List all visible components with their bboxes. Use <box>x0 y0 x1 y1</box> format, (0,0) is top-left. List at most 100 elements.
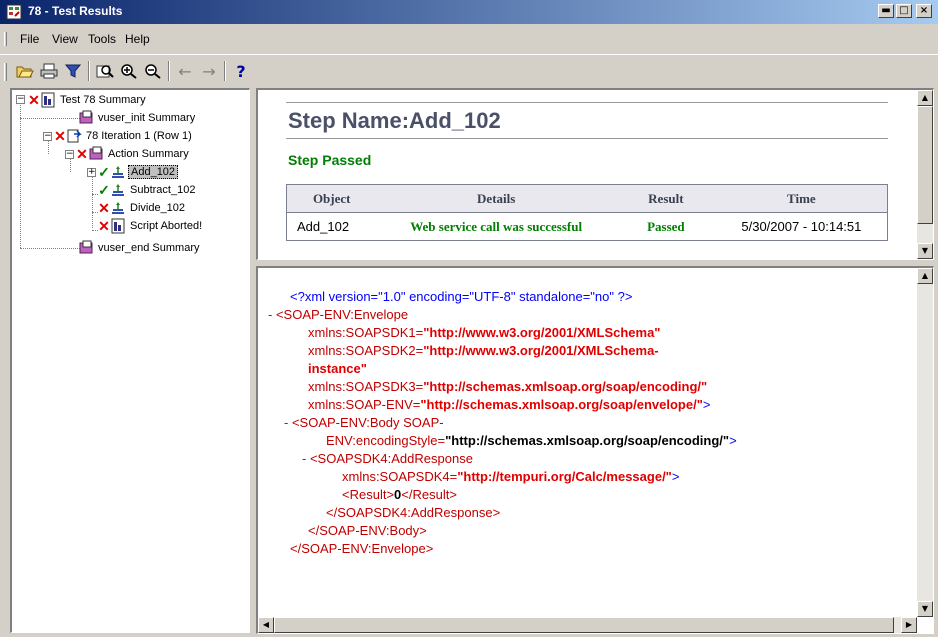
iteration-icon <box>67 129 82 143</box>
tree-node-root[interactable]: ✕ Test 78 Summary <box>28 91 148 109</box>
xml-decl-text: <?xml version="1.0" encoding="UTF-8" sta… <box>290 289 633 304</box>
vuser-icon <box>79 240 93 254</box>
filter-icon[interactable] <box>62 60 84 82</box>
summary-icon <box>41 92 55 108</box>
collapse-dash[interactable]: - <box>284 415 288 430</box>
collapse-dash[interactable]: - <box>268 307 272 322</box>
passed-check-icon: ✓ <box>98 181 110 198</box>
tree-node-vuser-end[interactable]: vuser_end Summary <box>78 239 202 257</box>
xml-value: "http://schemas.xmlsoap.org/soap/envelop… <box>420 397 703 412</box>
tree-node-script-aborted[interactable]: ✕ Script Aborted! <box>98 217 204 235</box>
xml-attr: xmlns:SOAPSDK3= <box>308 379 424 394</box>
tree-node-subtract[interactable]: ✓ Subtract_102 <box>98 181 197 199</box>
xml-line: - <SOAP-ENV:Body SOAP- <box>284 414 444 432</box>
tree-node-label: Script Aborted! <box>130 220 203 232</box>
tree-line <box>92 174 93 228</box>
xml-line: - <SOAP-ENV:Envelope <box>268 306 408 324</box>
cell-details: Web service call was successful <box>410 218 583 234</box>
column-header-result: Result <box>615 184 716 213</box>
menu-bar: File View Tools Help <box>0 24 938 54</box>
vertical-scrollbar[interactable]: ▲ ▼ <box>917 90 933 259</box>
window-title: 78 - Test Results <box>28 4 123 18</box>
xml-line: </SOAP-ENV:Envelope> <box>290 540 433 558</box>
menu-tools[interactable]: Tools <box>88 32 116 46</box>
scroll-thumb[interactable] <box>274 617 894 633</box>
scroll-up-button[interactable]: ▲ <box>917 90 933 106</box>
tree-line <box>20 248 80 249</box>
failed-x-icon: ✕ <box>98 217 110 234</box>
xml-tag: </SOAPSDK4:AddResponse> <box>326 505 501 520</box>
close-button[interactable]: × <box>916 4 932 18</box>
help-icon[interactable]: ? <box>230 60 252 82</box>
tree-node-label: Subtract_102 <box>130 184 196 196</box>
horizontal-scrollbar[interactable]: ◀ ▶ <box>258 617 917 633</box>
tree-line <box>20 100 21 248</box>
xml-line: </SOAP-ENV:Body> <box>308 522 427 540</box>
menu-view[interactable]: View <box>52 32 78 46</box>
xml-tag: </Result> <box>401 487 457 502</box>
scroll-down-button[interactable]: ▼ <box>917 601 933 617</box>
maximize-button[interactable]: □ <box>896 4 912 18</box>
xml-attr: xmlns:SOAPSDK4= <box>342 469 458 484</box>
menu-grip <box>4 32 7 46</box>
xml-value: "http://www.w3.org/2001/XMLSchema- <box>423 343 659 358</box>
collapse-toggle[interactable]: − <box>16 95 25 104</box>
menu-file[interactable]: File <box>20 32 39 46</box>
collapse-dash[interactable]: - <box>302 451 306 466</box>
minimize-button[interactable]: ▬ <box>878 4 894 18</box>
toolbar: ← → ? <box>0 54 938 88</box>
find-icon[interactable] <box>94 60 116 82</box>
zoom-out-icon[interactable] <box>142 60 164 82</box>
scroll-up-button[interactable]: ▲ <box>917 268 933 284</box>
xml-value: "http://tempuri.org/Calc/message/" <box>457 469 672 484</box>
failed-x-icon: ✕ <box>76 145 88 162</box>
tree-node-divide[interactable]: ✕ Divide_102 <box>98 199 187 217</box>
collapse-toggle[interactable]: − <box>65 150 74 159</box>
menu-help[interactable]: Help <box>125 32 150 46</box>
xml-line: instance" <box>308 360 367 378</box>
open-icon[interactable] <box>14 60 36 82</box>
xml-line: xmlns:SOAP-ENV="http://schemas.xmlsoap.o… <box>308 396 710 414</box>
collapse-toggle[interactable]: − <box>43 132 52 141</box>
forward-icon[interactable]: → <box>198 60 220 82</box>
xml-line: xmlns:SOAPSDK3="http://schemas.xmlsoap.o… <box>308 378 707 396</box>
tree-node-action[interactable]: ✕ Action Summary <box>76 145 191 163</box>
divider <box>286 138 888 139</box>
step-name-label: Step Name: <box>288 108 410 133</box>
xml-tag: <SOAP-ENV:Envelope <box>275 307 409 322</box>
tree-node-iteration[interactable]: ✕ 78 Iteration 1 (Row 1) <box>54 127 194 145</box>
tree-line <box>20 118 80 119</box>
tree-node-label: Add_102 <box>128 165 179 179</box>
web-service-icon <box>112 184 124 196</box>
xml-declaration: <?xml version="1.0" encoding="UTF-8" sta… <box>290 288 632 306</box>
scroll-thumb[interactable] <box>917 106 933 224</box>
xml-tag: </SOAP-ENV:Body> <box>308 523 427 538</box>
step-name: Add_102 <box>409 108 501 133</box>
action-icon <box>89 146 103 160</box>
xml-tag: </SOAP-ENV:Envelope> <box>290 541 434 556</box>
cell-result: Passed <box>647 218 685 234</box>
xml-attr: ENV:encodingStyle= <box>326 433 446 448</box>
xml-value: "http://schemas.xmlsoap.org/soap/encodin… <box>445 433 730 448</box>
xml-tag: <SOAP-ENV:Body SOAP- <box>291 415 444 430</box>
xml-attr: xmlns:SOAPSDK2= <box>308 343 424 358</box>
xml-pane: <?xml version="1.0" encoding="UTF-8" sta… <box>256 266 934 634</box>
xml-bracket: > <box>671 469 680 484</box>
xml-line: - <SOAPSDK4:AddResponse <box>302 450 473 468</box>
scroll-down-button[interactable]: ▼ <box>917 243 933 259</box>
toolbar-separator <box>224 61 226 81</box>
zoom-in-icon[interactable] <box>118 60 140 82</box>
scroll-left-button[interactable]: ◀ <box>258 617 274 633</box>
tree-node-add[interactable]: ✓ Add_102 <box>98 163 179 181</box>
app-icon <box>6 4 22 20</box>
xml-line: xmlns:SOAPSDK1="http://www.w3.org/2001/X… <box>308 324 660 342</box>
back-icon[interactable]: ← <box>174 60 196 82</box>
xml-bracket: > <box>729 433 737 448</box>
tree-node-vuser-init[interactable]: vuser_init Summary <box>78 109 197 127</box>
web-service-icon <box>112 166 124 178</box>
print-icon[interactable] <box>38 60 60 82</box>
scroll-right-button[interactable]: ▶ <box>901 617 917 633</box>
vertical-scrollbar[interactable]: ▲ ▼ <box>917 268 933 617</box>
title-bar: 78 - Test Results ▬ □ × <box>0 0 938 24</box>
expand-toggle[interactable]: + <box>87 168 96 177</box>
